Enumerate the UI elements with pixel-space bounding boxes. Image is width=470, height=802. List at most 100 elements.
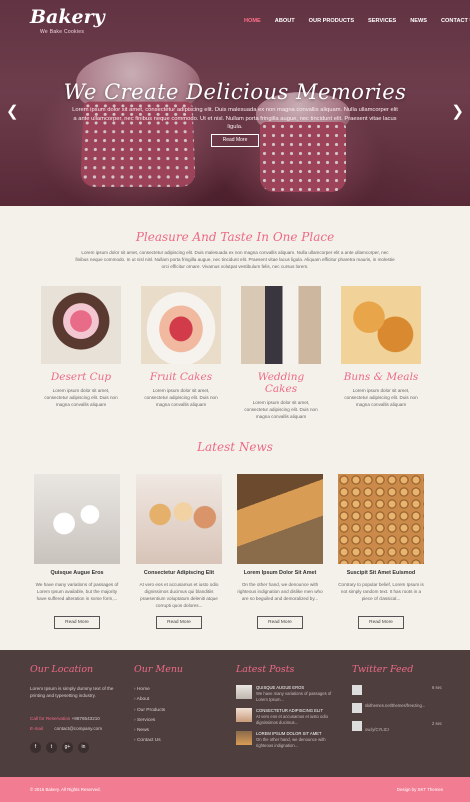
post-text: At vero eos et accusamus et iusto odio d… — [256, 714, 328, 725]
news-read-more-button[interactable]: Read More — [54, 616, 100, 629]
nav-about[interactable]: ABOUT — [269, 14, 301, 28]
footer-phone-row: Call for Reservation +9876543210 — [30, 715, 120, 722]
news-item-text: At vero eos et accusamus et iusto odio d… — [139, 582, 219, 608]
feature-desc: Lorem ipsum dolor sit amet, consectetur … — [144, 388, 218, 407]
feature-name[interactable]: Fruit Cakes — [141, 371, 221, 383]
feature-card: Wedding Cakes Lorem ipsum dolor sit amet… — [241, 286, 321, 420]
feature-name[interactable]: Desert Cup — [41, 371, 121, 383]
footer-menu-home[interactable]: Home — [134, 685, 214, 695]
tweet-time: 6 sec — [431, 685, 442, 690]
social-links: f t g+ in — [30, 742, 120, 753]
footer-menu-news[interactable]: News — [134, 726, 214, 736]
feature-desc: Lorem ipsum dolor sit amet, consectetur … — [344, 388, 418, 407]
feature-card: Buns & Meals Lorem ipsum dolor sit amet,… — [341, 286, 421, 408]
footer-post[interactable]: LOREM IPSUM DOLOR SIT AMET On the other … — [236, 731, 332, 749]
footer-twitter-title: Twitter Feed — [352, 664, 414, 675]
news-read-more-button[interactable]: Read More — [156, 616, 202, 629]
nav-home[interactable]: HOME — [238, 14, 267, 28]
footer-menu-title: Our Menu — [134, 664, 184, 675]
nav-our-products[interactable]: OUR PRODUCTS — [303, 14, 360, 28]
footer-post[interactable]: CONSECTETUR ADIPISCING ELIT At vero eos … — [236, 708, 332, 726]
footer-post[interactable]: QUISQUE AUGUE EROS We have many variatio… — [236, 685, 332, 703]
footer-twitter: Twitter Feed 6 sec skithemes.net/themes/… — [352, 664, 442, 741]
facebook-icon[interactable]: f — [30, 742, 41, 753]
nav-services[interactable]: SERVICES — [362, 14, 402, 28]
twitter-icon[interactable]: t — [46, 742, 57, 753]
tweet: 6 sec — [352, 685, 442, 695]
hero-text: Lorem ipsum dolor sit amet, consectetur … — [72, 107, 398, 130]
footer-menu-list: Home About Our Products Services News Co… — [134, 685, 214, 747]
footer-menu-products[interactable]: Our Products — [134, 706, 214, 716]
copyright-bar: © 2016 Bakery. All Rights Reserved. Desi… — [0, 777, 470, 802]
nav-contact-us[interactable]: CONTACT US — [435, 14, 470, 28]
nav-news[interactable]: NEWS — [404, 14, 433, 28]
tweet-text[interactable]: ow.ly/CYLtCr — [365, 727, 442, 733]
tweet-text[interactable]: skithemes.net/themes/freezing... — [365, 703, 442, 709]
feature-desc: Lorem ipsum dolor sit amet, consectetur … — [44, 388, 118, 407]
news-item-title[interactable]: Quisque Augue Eros — [34, 570, 120, 576]
hero-read-more-button[interactable]: Read More — [211, 134, 259, 147]
footer-menu-contact[interactable]: Contact Us — [134, 736, 214, 746]
linkedin-icon[interactable]: in — [78, 742, 89, 753]
footer-latest-posts: Latest Posts QUISQUE AUGUE EROS We have … — [236, 664, 332, 754]
post-text: We have many variations of passages of L… — [256, 691, 332, 702]
buns-image[interactable] — [341, 286, 421, 364]
news-item-title[interactable]: Lorem Ipsum Dolor Sit Amet — [237, 570, 323, 576]
feature-name[interactable]: Wedding Cakes — [241, 371, 321, 395]
main-nav: HOME ABOUT OUR PRODUCTS SERVICES NEWS CO… — [238, 14, 470, 28]
news-card: Suscipit Sit Amet Euismod Contrary to po… — [338, 474, 424, 629]
footer-posts-title: Latest Posts — [236, 664, 295, 675]
twitter-avatar — [352, 703, 362, 713]
wedding-cake-image[interactable] — [241, 286, 321, 364]
feature-card: Fruit Cakes Lorem ipsum dolor sit amet, … — [141, 286, 221, 408]
post-thumbnail — [236, 731, 252, 745]
designer-credit[interactable]: Design by SKT Themes — [397, 787, 443, 792]
fruit-cake-image[interactable] — [141, 286, 221, 364]
feature-card: Desert Cup Lorem ipsum dolor sit amet, c… — [41, 286, 121, 408]
twitter-avatar — [352, 721, 362, 731]
news-item-title[interactable]: Suscipit Sit Amet Euismod — [338, 570, 424, 576]
email-label: E-mail — [30, 726, 44, 731]
google-plus-icon[interactable]: g+ — [62, 742, 73, 753]
news-item-title[interactable]: Consectetur Adipiscing Elit — [136, 570, 222, 576]
footer-menu-services[interactable]: Services — [134, 716, 214, 726]
footer-location: Our Location Lorem Ipsum is simply dummy… — [30, 664, 120, 753]
footer-location-title: Our Location — [30, 664, 94, 675]
footer: Our Location Lorem Ipsum is simply dummy… — [0, 650, 470, 777]
feature-desc: Lorem ipsum dolor sit amet, consectetur … — [244, 400, 318, 419]
news-card: Consectetur Adipiscing Elit At vero eos … — [136, 474, 222, 629]
features-intro: Lorem ipsum dolor sit amet, consectetur … — [75, 250, 395, 269]
news-card: Quisque Augue Eros We have many variatio… — [34, 474, 120, 629]
news-card: Lorem Ipsum Dolor Sit Amet On the other … — [237, 474, 323, 629]
footer-location-text: Lorem Ipsum is simply dummy text of the … — [30, 686, 114, 698]
footer-menu: Our Menu Home About Our Products Service… — [134, 664, 214, 747]
news-image[interactable] — [34, 474, 120, 564]
hero-title: We Create Delicious Memories — [63, 80, 407, 104]
tweet: skithemes.net/themes/freezing... — [352, 703, 442, 713]
news-item-text: On the other hand, we denounce with righ… — [237, 582, 323, 601]
top-bar: Bakery We Bake Cookies HOME ABOUT OUR PR… — [0, 0, 470, 44]
site-tagline: We Bake Cookies — [40, 29, 85, 35]
news-item-text: We have many variations of passages of L… — [35, 582, 119, 601]
news-image[interactable] — [136, 474, 222, 564]
news-read-more-button[interactable]: Read More — [358, 616, 404, 629]
news-read-more-button[interactable]: Read More — [257, 616, 303, 629]
chevron-right-icon[interactable]: ❯ — [451, 104, 464, 119]
news-item-text: Contrary to popular belief, Lorem Ipsum … — [338, 582, 424, 601]
phone-number[interactable]: +9876543210 — [72, 716, 100, 721]
features-title: Pleasure And Taste In One Place — [135, 230, 335, 244]
post-thumbnail — [236, 685, 252, 699]
dessert-cup-image[interactable] — [41, 286, 121, 364]
news-image[interactable] — [338, 474, 424, 564]
news-image[interactable] — [237, 474, 323, 564]
hero-slider: Bakery We Bake Cookies HOME ABOUT OUR PR… — [0, 0, 470, 206]
email-link[interactable]: contact@company.com — [54, 726, 102, 731]
feature-name[interactable]: Buns & Meals — [341, 371, 421, 383]
copyright-text: © 2016 Bakery. All Rights Reserved. — [30, 787, 101, 792]
footer-email-row: E-mail contact@company.com — [30, 725, 120, 732]
site-logo[interactable]: Bakery — [30, 6, 105, 28]
footer-menu-about[interactable]: About — [134, 695, 214, 705]
call-label: Call for Reservation — [30, 716, 71, 721]
news-title: Latest News — [197, 440, 273, 454]
chevron-left-icon[interactable]: ❮ — [6, 104, 19, 119]
